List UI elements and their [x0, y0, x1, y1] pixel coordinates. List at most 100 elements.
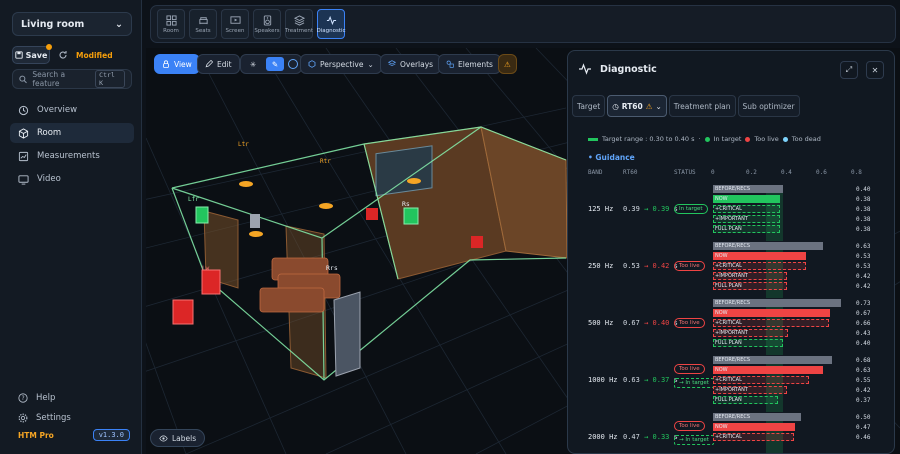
tab-rt60[interactable]: ◷ RT60 ⚠ ⌄: [607, 95, 667, 117]
rt60-bar-row: +IMPORTANT: [713, 329, 853, 337]
chevron-down-icon: ⌄: [655, 101, 662, 111]
too-live-text: Too live: [754, 135, 779, 143]
bar-label: NOW: [715, 367, 728, 373]
rt60-bar-row: BEFORE/RECS: [713, 413, 853, 421]
bar-label: BEFORE/RECS: [715, 414, 751, 420]
rt60-bar-row: +CRITICAL: [713, 262, 853, 270]
tab-label: RT60: [621, 101, 643, 111]
perspective-select[interactable]: Perspective ⌄: [300, 54, 382, 74]
ceiling-speaker-1[interactable]: [239, 181, 253, 187]
layers-icon: [388, 60, 396, 67]
rt60-bar-row: +IMPORTANT: [713, 272, 853, 280]
labels-toggle[interactable]: Labels: [150, 429, 206, 447]
ceiling-speaker-3[interactable]: [249, 231, 263, 237]
sidebar-item-room[interactable]: Room: [10, 123, 134, 143]
sidebar-item-measurements[interactable]: Measurements: [10, 146, 134, 166]
band-label: 2000 Hz: [588, 433, 618, 441]
sidebar-item-label: Room: [37, 128, 62, 138]
bar-label: FULL PLAN: [715, 226, 742, 232]
cube-icon: [18, 127, 29, 139]
tool-label: Screen: [225, 27, 245, 34]
band-label: 500 Hz: [588, 319, 614, 327]
sidebar: Living room ⌄ Save Modified Search a fea…: [0, 0, 142, 454]
help-label: Help: [36, 393, 56, 403]
bar-value: 0.66: [856, 320, 871, 327]
rt60-legend: Target range : 0.30 to 0.40 s · In targe…: [588, 135, 821, 143]
help-link[interactable]: ? Help: [18, 388, 128, 408]
version-badge[interactable]: v1.3.0: [92, 429, 130, 441]
bar-value: 0.63: [856, 367, 871, 374]
speaker-lw[interactable]: [201, 269, 221, 295]
sidebar-item-overview[interactable]: Overview: [10, 100, 134, 120]
room-select-value: Living room: [21, 18, 85, 30]
speaker-lfr[interactable]: [195, 206, 209, 224]
tick-label: 0.6: [816, 169, 827, 176]
elements-button[interactable]: Elements: [438, 54, 501, 74]
bar-label: +CRITICAL: [715, 206, 742, 212]
bar-value: 0.42: [856, 283, 871, 290]
ceiling-speaker-2[interactable]: [319, 203, 333, 209]
bar-value: 0.38: [856, 226, 871, 233]
search-input[interactable]: Search a feature Ctrl K: [12, 69, 132, 89]
speaker-tag: Lfr: [188, 196, 199, 203]
col-band: BAND: [588, 169, 603, 176]
reset-icon[interactable]: [56, 48, 70, 62]
brush-icon[interactable]: ✎: [266, 57, 284, 71]
grid-icon: [165, 14, 177, 26]
tool-room[interactable]: Room: [157, 9, 185, 39]
tab-sub-optimizer[interactable]: Sub optimizer: [737, 95, 800, 117]
target-icon[interactable]: [288, 59, 298, 69]
bar-value: 0.43: [856, 330, 871, 337]
bar-label: +CRITICAL: [715, 377, 742, 383]
speaker-tag: Lw: [202, 265, 210, 272]
rt60-bar-row: NOW: [713, 309, 853, 317]
tool-label: Seats: [195, 27, 211, 34]
tool-diagnostic[interactable]: Diagnostic: [316, 9, 346, 39]
overlays-label: Overlays: [400, 59, 434, 69]
col-status: STATUS: [674, 169, 696, 176]
tool-seats[interactable]: Seats: [189, 9, 217, 39]
bar-value: 0.42: [856, 273, 871, 280]
rt60-bar-row: +IMPORTANT: [713, 215, 853, 223]
monitor-icon: [18, 174, 29, 185]
speaker-rs[interactable]: [403, 207, 419, 225]
ceiling-speaker-4[interactable]: [407, 178, 421, 184]
diagnostic-tabs: Target ◷ RT60 ⚠ ⌄ Treatment plan Sub opt…: [572, 95, 800, 117]
close-icon[interactable]: ✕: [866, 61, 884, 79]
sun-icon[interactable]: ✳: [244, 57, 262, 71]
speaker-sub[interactable]: [172, 299, 194, 325]
bar-label: +CRITICAL: [715, 263, 742, 269]
speaker-rear[interactable]: [471, 236, 483, 248]
rt60-band-250hz: 250 Hz 0.53 → 0.42 s Too live 0.63 0.53 0.53 0…: [588, 242, 894, 298]
bar-label: +IMPORTANT: [715, 330, 748, 336]
warning-button[interactable]: ⚠: [498, 54, 517, 74]
save-button[interactable]: Save: [12, 44, 52, 64]
status-badge: → In target: [674, 378, 714, 388]
rt60-bars: BEFORE/RECS NOW +CRITICAL: [713, 413, 853, 453]
edit-mode-button[interactable]: Edit: [197, 54, 240, 74]
view-label: View: [174, 59, 192, 69]
view-mode-button[interactable]: View: [154, 54, 200, 74]
rt60-bar-row: BEFORE/RECS: [713, 356, 853, 364]
speaker-center[interactable]: [250, 214, 260, 228]
rt60-bar-row: +CRITICAL: [713, 205, 853, 213]
speaker-rtr-box[interactable]: [366, 208, 378, 220]
guidance-toggle[interactable]: • Guidance: [588, 153, 635, 162]
overlays-button[interactable]: Overlays: [380, 54, 442, 74]
expand-icon[interactable]: ⤢: [840, 61, 858, 79]
shapes-icon: [446, 60, 454, 68]
sidebar-item-video[interactable]: Video: [10, 169, 134, 189]
tab-treatment-plan[interactable]: Treatment plan: [668, 95, 736, 117]
layers-icon: [293, 14, 305, 26]
tool-screen[interactable]: Screen: [221, 9, 249, 39]
settings-link[interactable]: Settings: [18, 408, 128, 428]
room-select[interactable]: Living room ⌄: [12, 12, 132, 36]
bar-value: 0.38: [856, 206, 871, 213]
tab-target[interactable]: Target: [572, 95, 606, 117]
rt60-bar-row: NOW: [713, 252, 853, 260]
tool-treatment[interactable]: Treatment: [285, 9, 313, 39]
in-target-dot: [704, 136, 710, 142]
in-target-text: In target: [713, 135, 742, 143]
tool-speakers[interactable]: Speakers: [253, 9, 281, 39]
status-badge: → In target: [674, 435, 714, 445]
